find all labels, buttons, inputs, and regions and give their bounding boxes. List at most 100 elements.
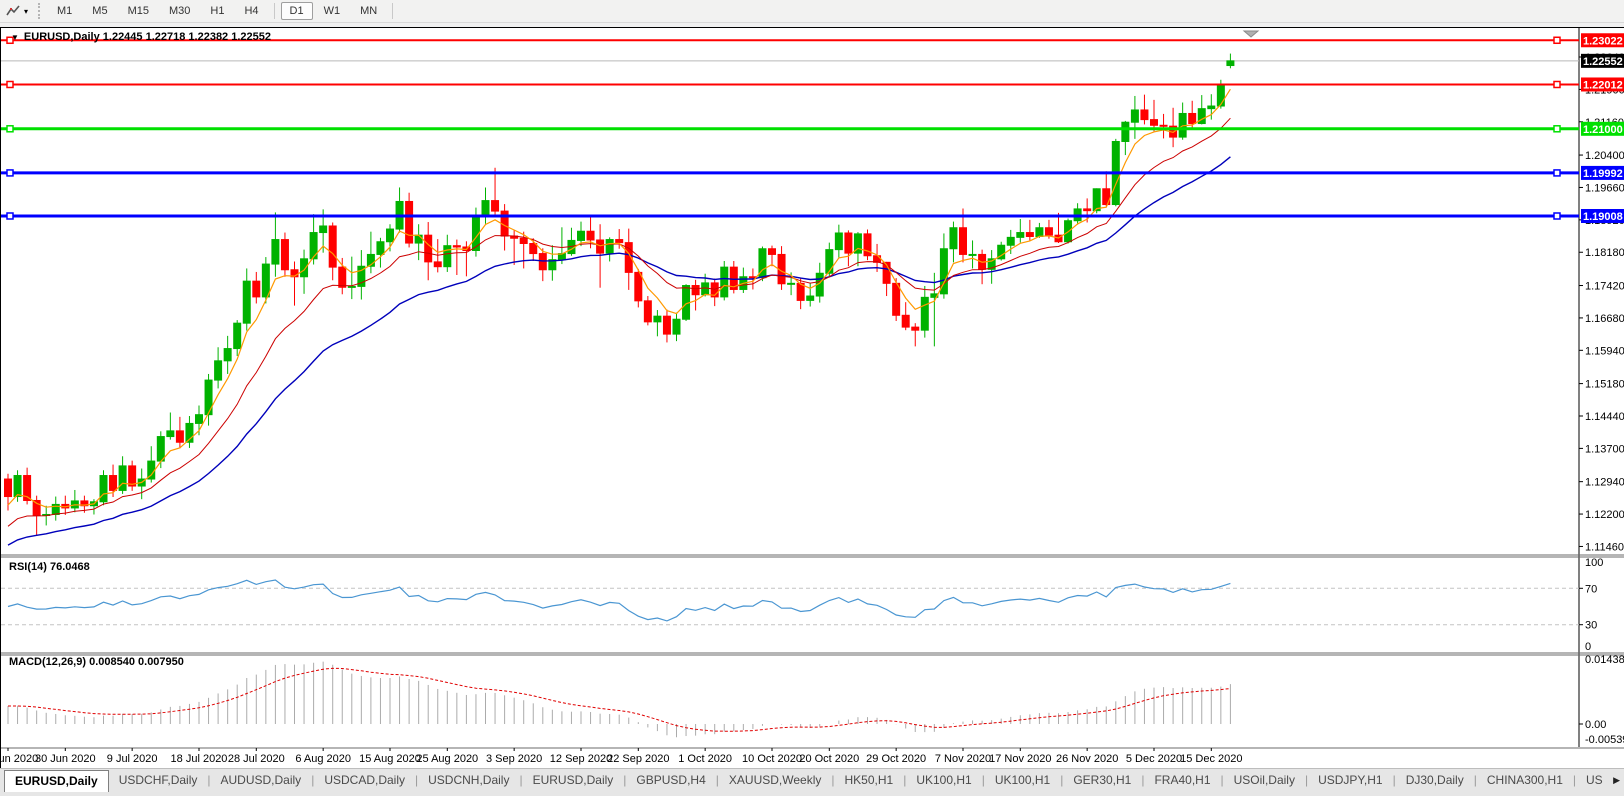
candle-body bbox=[119, 466, 126, 491]
x-axis-date-label: 9 Jul 2020 bbox=[107, 753, 158, 765]
chart-window[interactable]: 1.226401.219001.211601.204001.196601.189… bbox=[0, 27, 1624, 768]
chart-tab-GBPUSD-H4[interactable]: GBPUSD,H4 bbox=[626, 770, 715, 791]
chart-tab-USDCAD-Daily[interactable]: USDCAD,Daily bbox=[314, 770, 415, 791]
candle-body bbox=[1045, 228, 1052, 235]
x-axis-date-label: 25 Aug 2020 bbox=[416, 753, 478, 765]
timeframe-button-H4[interactable]: H4 bbox=[235, 2, 267, 20]
candle-body bbox=[788, 283, 795, 284]
y-axis-label: 1.11460 bbox=[1585, 541, 1624, 553]
chart-tab-UK100-H1[interactable]: UK100,H1 bbox=[985, 770, 1060, 791]
timeframe-button-D1[interactable]: D1 bbox=[281, 2, 313, 20]
x-axis-date-label: 6 Aug 2020 bbox=[295, 753, 351, 765]
chart-tab-US[interactable]: US bbox=[1576, 770, 1613, 791]
tab-overflow-arrow[interactable]: ▶ bbox=[1613, 775, 1620, 786]
price-chart-canvas[interactable]: 1.226401.219001.211601.204001.196601.189… bbox=[1, 28, 1624, 769]
candle-body bbox=[444, 246, 451, 267]
chart-tab-FRA40-H1[interactable]: FRA40,H1 bbox=[1144, 770, 1220, 791]
chart-tab-USOil-Daily[interactable]: USOil,Daily bbox=[1224, 770, 1305, 791]
candle-body bbox=[110, 476, 117, 491]
chart-tab-USDCNH-Daily[interactable]: USDCNH,Daily bbox=[418, 770, 519, 791]
level-handle[interactable] bbox=[7, 213, 13, 219]
rsi-scale-label: 70 bbox=[1585, 583, 1597, 595]
candle-body bbox=[1122, 122, 1129, 141]
chart-tab-USDCHF-Daily[interactable]: USDCHF,Daily bbox=[109, 770, 208, 791]
candle-body bbox=[1141, 110, 1148, 120]
candle-body bbox=[950, 228, 957, 249]
level-handle[interactable] bbox=[7, 81, 13, 87]
timeframe-buttons: M1M5M15M30H1H4 D1W1MN bbox=[47, 2, 398, 20]
timeframe-button-M30[interactable]: M30 bbox=[160, 2, 199, 20]
x-axis-date-label: 29 Oct 2020 bbox=[866, 753, 926, 765]
candle-body bbox=[320, 226, 327, 233]
candle-body bbox=[415, 235, 422, 243]
price-level-badge-text: 1.19008 bbox=[1583, 211, 1623, 223]
chart-tab-AUDUSD-Daily[interactable]: AUDUSD,Daily bbox=[211, 770, 312, 791]
x-axis-date-label: 15 Aug 2020 bbox=[359, 753, 421, 765]
level-handle[interactable] bbox=[1554, 81, 1560, 87]
timeframe-button-M5[interactable]: M5 bbox=[83, 2, 116, 20]
candle-body bbox=[281, 240, 288, 270]
level-handle[interactable] bbox=[1554, 170, 1560, 176]
chart-tab-GER30-H1[interactable]: GER30,H1 bbox=[1063, 770, 1141, 791]
timeframe-button-H1[interactable]: H1 bbox=[201, 2, 233, 20]
timeframe-button-MN[interactable]: MN bbox=[351, 2, 386, 20]
candle-body bbox=[1217, 85, 1224, 106]
y-axis-label: 1.12200 bbox=[1585, 509, 1624, 521]
y-axis-label: 1.20400 bbox=[1585, 150, 1624, 162]
chart-tab-DJ30-Daily[interactable]: DJ30,Daily bbox=[1396, 770, 1474, 791]
candle-body bbox=[234, 323, 241, 348]
candle-body bbox=[1017, 233, 1024, 238]
candle-body bbox=[1208, 106, 1215, 109]
candle-body bbox=[157, 437, 164, 462]
candle-body bbox=[530, 243, 537, 253]
x-axis-date-label: 5 Dec 2020 bbox=[1126, 753, 1182, 765]
level-handle[interactable] bbox=[7, 170, 13, 176]
toolbar-grip-handle[interactable] bbox=[38, 3, 43, 19]
level-handle[interactable] bbox=[1554, 126, 1560, 132]
chart-tab-HK50-H1[interactable]: HK50,H1 bbox=[834, 770, 903, 791]
chart-tab-EURUSD-Daily[interactable]: EURUSD,Daily bbox=[523, 770, 624, 791]
timeframe-button-W1[interactable]: W1 bbox=[315, 2, 350, 20]
candle-body bbox=[597, 240, 604, 253]
rsi-indicator-label: RSI(14) 76.0468 bbox=[9, 561, 90, 573]
toolbar-divider bbox=[392, 3, 393, 19]
level-handle[interactable] bbox=[1554, 37, 1560, 43]
chart-tab-CHINA300-H1[interactable]: CHINA300,H1 bbox=[1477, 770, 1573, 791]
trading-platform-window: ▾ M1M5M15M30H1H4 D1W1MN 1.226401.219001.2… bbox=[0, 0, 1624, 796]
chart-tab-USDJPY-H1[interactable]: USDJPY,H1 bbox=[1308, 770, 1392, 791]
candle-body bbox=[215, 361, 222, 380]
x-axis-date-label: 10 Oct 2020 bbox=[742, 753, 802, 765]
price-level-badge-text: 1.21000 bbox=[1583, 124, 1623, 136]
candle-body bbox=[721, 267, 728, 297]
timeframe-button-M15[interactable]: M15 bbox=[119, 2, 158, 20]
timeframe-button-M1[interactable]: M1 bbox=[48, 2, 81, 20]
macd-indicator-label: MACD(12,26,9) 0.008540 0.007950 bbox=[9, 656, 184, 668]
x-axis-date-label: 22 Sep 2020 bbox=[607, 753, 669, 765]
y-axis-label: 1.15940 bbox=[1585, 345, 1624, 357]
y-axis-label: 1.18180 bbox=[1585, 247, 1624, 259]
candle-body bbox=[578, 231, 585, 240]
chart-title-text: EURUSD,Daily 1.22445 1.22718 1.22382 1.2… bbox=[24, 31, 271, 43]
candle-body bbox=[243, 281, 250, 323]
macd-scale-zero: 0.00 bbox=[1585, 719, 1606, 731]
candle-body bbox=[1093, 189, 1100, 211]
chart-tab-UK100-H1[interactable]: UK100,H1 bbox=[906, 770, 981, 791]
price-level-badge-text: 1.22012 bbox=[1583, 79, 1623, 91]
level-handle[interactable] bbox=[7, 126, 13, 132]
candle-body bbox=[616, 240, 623, 243]
level-handle[interactable] bbox=[1554, 213, 1560, 219]
indicator-tool-button[interactable]: ▾ bbox=[0, 1, 34, 21]
chart-tab-XAUUSD-Weekly[interactable]: XAUUSD,Weekly bbox=[719, 770, 831, 791]
toolbar-divider bbox=[274, 3, 275, 19]
window-menu-caret-icon[interactable]: ▼ bbox=[11, 33, 19, 42]
x-axis-date-label: 20 Jun 2020 bbox=[1, 753, 38, 765]
candle-body bbox=[1026, 233, 1033, 237]
x-axis-date-label: 12 Sep 2020 bbox=[550, 753, 612, 765]
candle-body bbox=[1007, 237, 1014, 245]
chart-tab-EURUSD-Daily[interactable]: EURUSD,Daily bbox=[4, 770, 109, 792]
y-axis-label: 1.17420 bbox=[1585, 281, 1624, 293]
candle-body bbox=[176, 431, 183, 442]
candle-body bbox=[921, 297, 928, 330]
zigzag-chart-icon bbox=[6, 4, 22, 18]
candle-body bbox=[960, 228, 967, 255]
